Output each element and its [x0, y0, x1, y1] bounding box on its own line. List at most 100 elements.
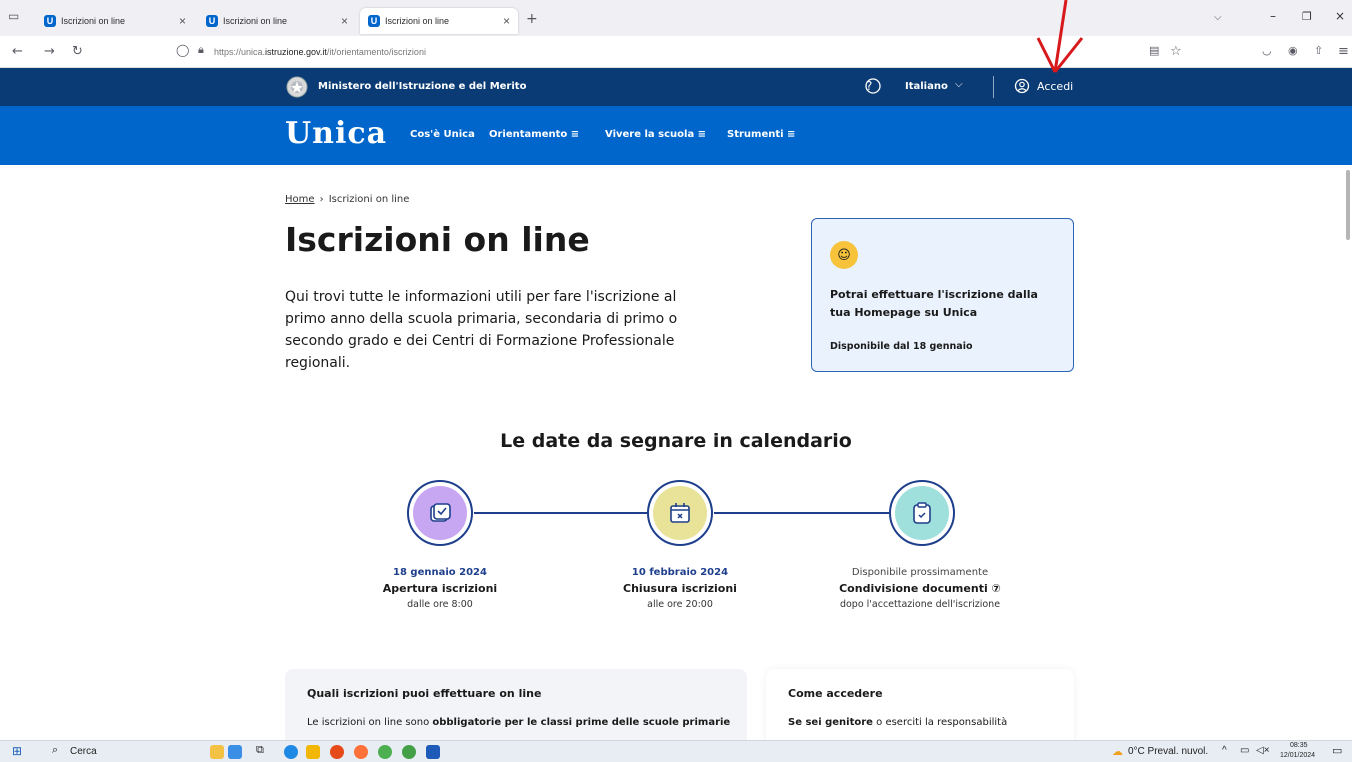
breadcrumb-home[interactable]: Home [285, 194, 315, 205]
chrome-icon[interactable] [330, 745, 344, 759]
panel-title: Quali iscrizioni puoi effettuare on line [307, 687, 542, 700]
main-navigation: Unica Cos'è Unica Orientamento ≡ Vivere … [0, 106, 1352, 165]
window-close-icon[interactable]: × [1335, 9, 1345, 23]
forward-icon[interactable]: → [44, 44, 55, 59]
file-explorer-icon[interactable] [306, 745, 320, 759]
nav-item-cos-e-unica[interactable]: Cos'è Unica [410, 129, 475, 140]
step-3-subtitle: dopo l'accettazione dell'iscrizione [839, 599, 1001, 610]
timeline-step-1-circle [407, 480, 473, 546]
clock-date[interactable]: 12/01/2024 [1280, 752, 1315, 759]
extensions-icon[interactable]: ⇧ [1314, 44, 1323, 57]
menu-icon[interactable]: ≡ [1338, 44, 1349, 59]
browser-tab-1[interactable]: U Iscrizioni on line × [36, 8, 194, 34]
new-tab-button[interactable]: + [526, 11, 538, 27]
weather-icon[interactable]: ☁ [1112, 745, 1123, 758]
browser-tab-3-active[interactable]: U Iscrizioni on line × [360, 8, 518, 34]
lock-icon[interactable]: 🔒︎ [198, 43, 204, 57]
panel-text-bold: Se sei genitore [788, 717, 873, 728]
ministry-name[interactable]: Ministero dell'Istruzione e del Merito [318, 81, 526, 92]
panel-text: Se sei genitore o eserciti la responsabi… [788, 717, 1068, 728]
network-icon[interactable]: ▭ [1240, 745, 1249, 756]
windows-start-icon[interactable]: ⊞ [12, 744, 22, 758]
republic-emblem-icon [286, 76, 308, 98]
tab-label: Iscrizioni on line [61, 16, 126, 26]
calendar-heading: Le date da segnare in calendario [500, 430, 852, 452]
nav-item-vivere-la-scuola[interactable]: Vivere la scuola ≡ [605, 129, 706, 140]
panel-come-accedere: Come accedere Se sei genitore o eserciti… [766, 669, 1074, 749]
language-selector[interactable]: Italiano [905, 81, 948, 92]
step-1-date: 18 gennaio 2024 [393, 567, 487, 578]
browser-tab-bar: ▭ U Iscrizioni on line × U Iscrizioni on… [0, 0, 1352, 36]
timeline-step-3-circle [889, 480, 955, 546]
calendar-x-icon [653, 486, 707, 540]
panel-iscrizioni: Quali iscrizioni puoi effettuare on line… [285, 669, 747, 749]
url-host: istruzione.gov.it [265, 47, 327, 57]
task-view-icon[interactable]: ⧉ [256, 744, 264, 757]
close-icon[interactable]: × [179, 14, 186, 28]
tab-label: Iscrizioni on line [223, 16, 288, 26]
scrollbar[interactable] [1346, 170, 1350, 240]
step-1-subtitle: dalle ore 8:00 [407, 599, 473, 610]
panel-text: Le iscrizioni on line sono obbligatorie … [307, 717, 737, 728]
chevron-down-icon[interactable]: ⌵ [955, 79, 963, 90]
browser-tab-2[interactable]: U Iscrizioni on line × [198, 8, 356, 34]
browser-nav-bar: ← → ↻ ◯ 🔒︎ https://unica. istruzione.gov.… [0, 36, 1352, 68]
tray-chevron-icon[interactable]: ^ [1222, 745, 1227, 756]
nav-item-orientamento[interactable]: Orientamento ≡ [489, 129, 579, 140]
back-icon[interactable]: ← [12, 44, 23, 59]
panel-title: Come accedere [788, 687, 883, 700]
taskbar-search-input[interactable]: Cerca [70, 746, 97, 757]
app-icon[interactable] [228, 745, 242, 759]
page-title: Iscrizioni on line [285, 220, 590, 259]
url-prefix: https://unica. [214, 47, 266, 57]
user-icon[interactable] [1014, 78, 1030, 94]
card-subtitle: Disponibile dal 18 gennaio [830, 341, 973, 352]
firefox-icon[interactable] [354, 745, 368, 759]
help-circle-icon[interactable] [864, 77, 882, 95]
info-card: ☺ Potrai effettuare l'iscrizione dalla t… [811, 218, 1074, 372]
unica-favicon-icon: U [44, 15, 56, 27]
close-icon[interactable]: × [503, 14, 510, 28]
nav-item-strumenti[interactable]: Strumenti ≡ [727, 129, 795, 140]
card-title: Potrai effettuare l'iscrizione dalla tua… [830, 288, 1038, 319]
step-3-date: Disponibile prossimamente [851, 567, 989, 578]
search-icon[interactable]: ⌕ [52, 744, 58, 757]
weather-text[interactable]: 0°C Preval. nuvol. [1128, 746, 1208, 757]
panel-text-part: Le iscrizioni on line sono [307, 717, 433, 728]
step-3-title[interactable]: Condivisione documenti ⑦ [810, 582, 1030, 595]
word-icon[interactable] [426, 745, 440, 759]
notifications-icon[interactable]: ▭ [1332, 744, 1342, 757]
unica-favicon-icon: U [368, 15, 380, 27]
app-icon[interactable] [378, 745, 392, 759]
unica-logo[interactable]: Unica [285, 116, 387, 151]
step-2-date: 10 febbraio 2024 [631, 567, 729, 578]
tab-overflow-icon[interactable]: ⌵ [1214, 12, 1222, 23]
step-1-title: Apertura iscrizioni [382, 582, 498, 595]
reload-icon[interactable]: ↻ [72, 44, 83, 59]
close-icon[interactable]: × [341, 14, 348, 28]
restore-icon[interactable]: ❐ [1302, 10, 1312, 23]
family-icon: ☺ [830, 241, 858, 269]
pocket-icon[interactable]: ◡ [1262, 44, 1272, 57]
reader-view-icon[interactable]: ▤ [1149, 44, 1159, 57]
widgets-icon[interactable] [210, 745, 224, 759]
tab-list-icon[interactable]: ▭ [8, 9, 19, 23]
divider [993, 76, 994, 98]
app-icon[interactable] [402, 745, 416, 759]
bookmark-star-icon[interactable]: ☆ [1170, 44, 1182, 59]
tab-label: Iscrizioni on line [385, 16, 450, 26]
panel-text-part: o eserciti la responsabilità [872, 717, 1008, 728]
edge-icon[interactable] [284, 745, 298, 759]
login-button[interactable]: Accedi [1037, 80, 1073, 93]
volume-icon[interactable]: ◁× [1256, 745, 1270, 756]
annotation-arrow-icon [1036, 0, 1084, 73]
shield-icon[interactable]: ◯ [176, 43, 189, 57]
minimize-icon[interactable]: – [1270, 9, 1276, 23]
timeline-step-2-circle [647, 480, 713, 546]
clipboard-check-icon [895, 486, 949, 540]
account-icon[interactable]: ◉ [1288, 44, 1298, 57]
clock-time[interactable]: 08:35 [1290, 742, 1308, 749]
timeline-line [474, 512, 650, 514]
timeline-line [714, 512, 890, 514]
breadcrumb: Home › Iscrizioni on line [285, 187, 409, 206]
